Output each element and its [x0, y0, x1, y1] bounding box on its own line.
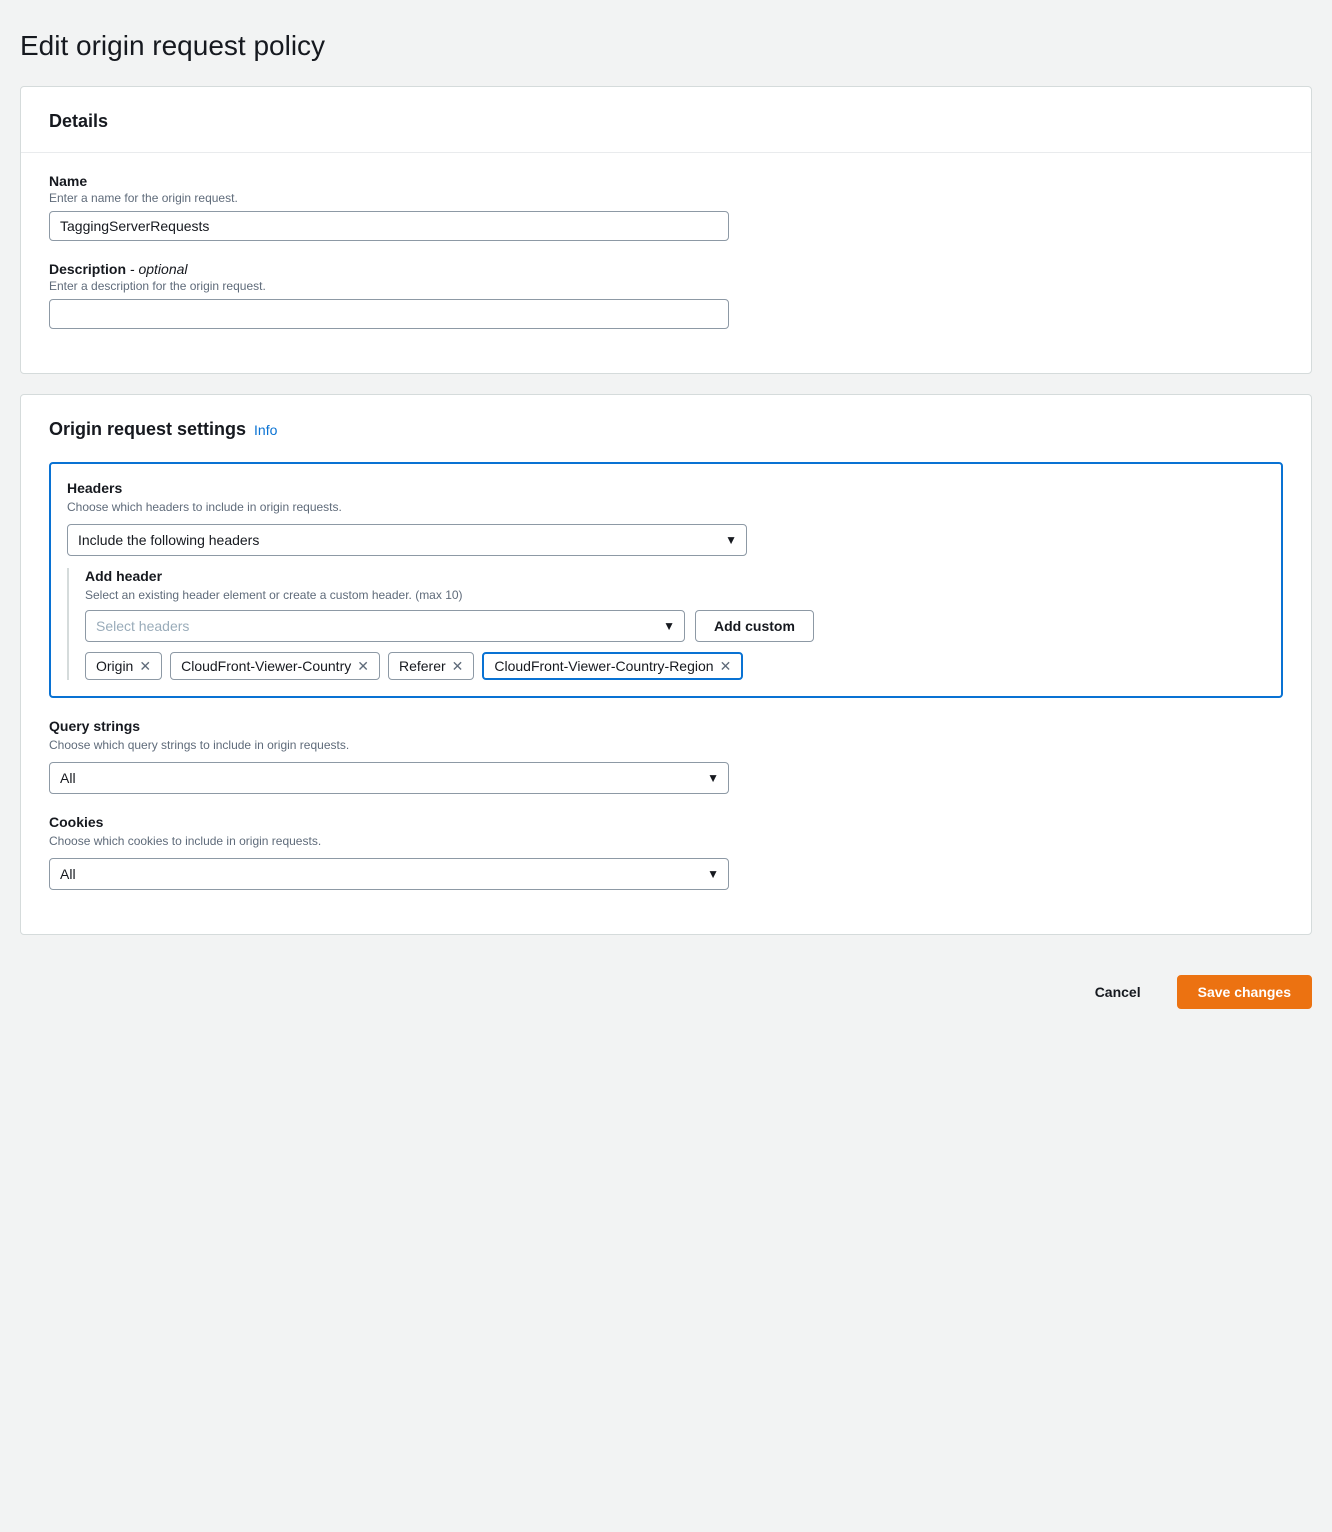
query-strings-section: Query strings Choose which query strings…: [49, 718, 1283, 794]
add-custom-button[interactable]: Add custom: [695, 610, 814, 642]
cookies-dropdown-wrapper: None All Include the following cookies E…: [49, 858, 729, 890]
name-hint: Enter a name for the origin request.: [49, 191, 1283, 205]
tag-cloudfront-viewer-country-region: CloudFront-Viewer-Country-Region ✕: [482, 652, 743, 680]
headers-box: Headers Choose which headers to include …: [49, 462, 1283, 698]
headers-label: Headers: [67, 480, 1265, 496]
tag-referer: Referer ✕: [388, 652, 474, 680]
headers-hint: Choose which headers to include in origi…: [67, 500, 1265, 514]
name-field-group: Name Enter a name for the origin request…: [49, 173, 1283, 241]
cookies-label: Cookies: [49, 814, 1283, 830]
add-header-section: Add header Select an existing header ele…: [67, 568, 1265, 680]
name-input[interactable]: [49, 211, 729, 241]
headers-dropdown[interactable]: None Include the following headers All v…: [67, 524, 747, 556]
description-field-group: Description - optional Enter a descripti…: [49, 261, 1283, 329]
cookies-section: Cookies Choose which cookies to include …: [49, 814, 1283, 890]
add-header-row: Select headers ▼ Add custom: [85, 610, 1265, 642]
tag-origin: Origin ✕: [85, 652, 162, 680]
page-title: Edit origin request policy: [20, 30, 1312, 62]
description-optional: - optional: [130, 261, 188, 277]
add-header-label: Add header: [85, 568, 1265, 584]
tag-cloudfront-viewer-country-region-text: CloudFront-Viewer-Country-Region: [494, 658, 713, 674]
details-card: Details Name Enter a name for the origin…: [20, 86, 1312, 374]
tag-cloudfront-viewer-country-region-close[interactable]: ✕: [720, 659, 732, 673]
footer-row: Cancel Save changes: [20, 955, 1312, 1009]
query-strings-label: Query strings: [49, 718, 1283, 734]
description-hint: Enter a description for the origin reque…: [49, 279, 1283, 293]
headers-dropdown-wrapper: None Include the following headers All v…: [67, 524, 747, 556]
add-header-hint: Select an existing header element or cre…: [85, 588, 1265, 602]
info-link[interactable]: Info: [254, 422, 277, 438]
save-button[interactable]: Save changes: [1177, 975, 1312, 1009]
cookies-dropdown[interactable]: None All Include the following cookies E…: [49, 858, 729, 890]
tag-origin-close[interactable]: ✕: [139, 659, 151, 673]
description-input[interactable]: [49, 299, 729, 329]
details-card-title: Details: [49, 111, 1283, 132]
query-strings-dropdown[interactable]: None All Include the following query str…: [49, 762, 729, 794]
tag-origin-text: Origin: [96, 658, 133, 674]
query-strings-dropdown-wrapper: None All Include the following query str…: [49, 762, 729, 794]
origin-request-settings-card: Origin request settings Info Headers Cho…: [20, 394, 1312, 935]
query-strings-hint: Choose which query strings to include in…: [49, 738, 1283, 752]
description-label: Description - optional: [49, 261, 1283, 277]
select-headers-dropdown[interactable]: Select headers: [85, 610, 685, 642]
select-headers-wrapper: Select headers ▼: [85, 610, 685, 642]
tag-referer-close[interactable]: ✕: [452, 659, 464, 673]
cancel-button[interactable]: Cancel: [1075, 976, 1161, 1008]
tag-referer-text: Referer: [399, 658, 446, 674]
tag-cloudfront-viewer-country: CloudFront-Viewer-Country ✕: [170, 652, 380, 680]
cookies-hint: Choose which cookies to include in origi…: [49, 834, 1283, 848]
name-label: Name: [49, 173, 1283, 189]
tags-row: Origin ✕ CloudFront-Viewer-Country ✕ Ref…: [85, 652, 1265, 680]
tag-cloudfront-viewer-country-text: CloudFront-Viewer-Country: [181, 658, 351, 674]
origin-settings-title: Origin request settings: [49, 419, 246, 440]
tag-cloudfront-viewer-country-close[interactable]: ✕: [357, 659, 369, 673]
